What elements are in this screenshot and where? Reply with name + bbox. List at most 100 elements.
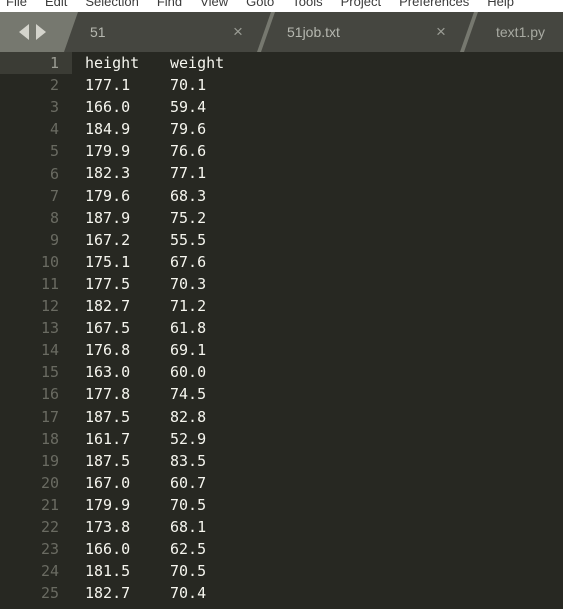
editor-tab-3[interactable]: text1.py [464, 12, 563, 52]
cell-weight: 82.8 [170, 407, 207, 426]
cell-height: 167.5 [85, 319, 131, 338]
editor-line[interactable]: 7 179.6 68.3 [0, 185, 563, 207]
line-number: 24 [0, 560, 72, 582]
cell-height: 177.8 [85, 385, 131, 404]
editor-tab-2[interactable]: 51job.txt × [261, 12, 474, 52]
line-number-value: 4 [49, 120, 59, 139]
editor-tab-1[interactable]: 51 × [64, 12, 271, 52]
editor-line[interactable]: 16 177.8 74.5 [0, 383, 563, 405]
cell-height: 166.0 [85, 98, 131, 117]
editor-line[interactable]: 22 173.8 68.1 [0, 516, 563, 538]
line-number: 11 [0, 273, 72, 295]
menu-bar[interactable]: File Edit Selection Find View Goto Tools Projec… [0, 0, 563, 12]
line-number-value: 14 [40, 341, 59, 360]
line-number: 17 [0, 406, 72, 428]
cell-height: 179.6 [85, 186, 131, 205]
cell-weight: weight [170, 54, 225, 72]
editor-line[interactable]: 1 height weight [0, 52, 563, 75]
line-number: 4 [0, 118, 72, 140]
line-number: 12 [0, 295, 72, 317]
editor-line[interactable]: 24 181.5 70.5 [0, 560, 563, 582]
editor-line[interactable]: 8 187.9 75.2 [0, 207, 563, 229]
tab-label: text1.py [496, 24, 546, 40]
line-number-value: 12 [40, 297, 59, 316]
menu-item-tools[interactable]: Tools [283, 0, 331, 12]
line-number: 8 [0, 207, 72, 229]
cell-height: 182.7 [85, 297, 131, 316]
editor-line[interactable]: 25 182.7 70.4 [0, 582, 563, 604]
line-number-value: 25 [40, 584, 59, 603]
tab-close-icon[interactable]: × [227, 21, 249, 43]
editor-line[interactable]: 10 175.1 67.6 [0, 251, 563, 273]
cell-height: 187.9 [85, 208, 131, 227]
editor-line[interactable]: 11 177.5 70.3 [0, 273, 563, 295]
cell-height: 184.9 [85, 120, 131, 139]
editor-line[interactable]: 12 182.7 71.2 [0, 295, 563, 317]
menu-item-project[interactable]: Project [332, 0, 390, 12]
tab-label: 51 [90, 24, 106, 40]
editor-line[interactable]: 6 182.3 77.1 [0, 162, 563, 184]
cell-height: 166.0 [85, 540, 131, 559]
cell-height: 182.3 [85, 164, 131, 183]
cell-weight: 71.2 [170, 297, 207, 316]
menu-item-goto[interactable]: Goto [237, 0, 283, 12]
cell-weight: 52.9 [170, 429, 207, 448]
triangle-left-icon[interactable] [18, 24, 29, 40]
line-number-value: 1 [49, 54, 59, 73]
line-number-value: 17 [40, 407, 59, 426]
menu-item-file[interactable]: File [0, 0, 36, 12]
line-number: 20 [0, 472, 72, 494]
tab-navigation-arrows[interactable] [0, 12, 64, 52]
cell-height: 187.5 [85, 407, 131, 426]
editor-line[interactable]: 9 167.2 55.5 [0, 229, 563, 251]
editor-line[interactable]: 14 176.8 69.1 [0, 339, 563, 361]
cell-height: 173.8 [85, 517, 131, 536]
cell-weight: 68.1 [170, 517, 207, 536]
cell-height: 175.1 [85, 252, 131, 271]
editor-line[interactable]: 23 166.0 62.5 [0, 538, 563, 560]
editor-line[interactable]: 3 166.0 59.4 [0, 96, 563, 118]
editor-pane[interactable]: 1 height weight 2 177.1 70.1 3 166.0 59.4 4 184.9 7… [0, 52, 563, 609]
line-number: 7 [0, 185, 72, 207]
line-number-value: 10 [40, 252, 59, 271]
triangle-forward-icon[interactable] [35, 24, 46, 40]
line-number: 3 [0, 96, 72, 118]
menu-item-help[interactable]: Help [478, 0, 523, 12]
line-number: 15 [0, 361, 72, 383]
menu-item-find[interactable]: Find [148, 0, 191, 12]
tab-close-icon[interactable]: × [430, 21, 452, 43]
editor-line[interactable]: 5 179.9 76.6 [0, 140, 563, 162]
line-number: 2 [0, 74, 72, 96]
cell-weight: 74.5 [170, 385, 207, 404]
editor-line[interactable]: 15 163.0 60.0 [0, 361, 563, 383]
cell-height: 181.5 [85, 562, 131, 581]
line-number: 22 [0, 516, 72, 538]
editor-line[interactable]: 2 177.1 70.1 [0, 74, 563, 96]
line-number-value: 15 [40, 363, 59, 382]
cell-weight: 75.2 [170, 208, 207, 227]
menu-item-selection[interactable]: Selection [76, 0, 147, 12]
editor-line[interactable]: 17 187.5 82.8 [0, 406, 563, 428]
line-number-value: 8 [49, 208, 59, 227]
line-number-value: 7 [49, 186, 59, 205]
editor-line[interactable]: 13 167.5 61.8 [0, 317, 563, 339]
line-number: 10 [0, 251, 72, 273]
editor-line[interactable]: 4 184.9 79.6 [0, 118, 563, 140]
cell-weight: 76.6 [170, 142, 207, 161]
menu-bar-items: File Edit Selection Find View Goto Tools Projec… [0, 0, 523, 12]
menu-item-preferences[interactable]: Preferences [390, 0, 478, 12]
line-number-value: 13 [40, 319, 59, 338]
line-number: 19 [0, 450, 72, 472]
editor-line[interactable]: 19 187.5 83.5 [0, 450, 563, 472]
menu-item-edit[interactable]: Edit [36, 0, 76, 12]
menu-item-view[interactable]: View [191, 0, 237, 12]
cell-height: 177.5 [85, 274, 131, 293]
editor-line[interactable]: 18 161.7 52.9 [0, 428, 563, 450]
line-number: 18 [0, 428, 72, 450]
tab-list: 51 × 51job.txt × text1.py [64, 12, 563, 52]
line-number: 1 [0, 52, 72, 75]
cell-weight: 70.1 [170, 76, 207, 95]
editor-line[interactable]: 21 179.9 70.5 [0, 494, 563, 516]
editor-line[interactable]: 20 167.0 60.7 [0, 472, 563, 494]
cell-height: height [85, 54, 140, 72]
